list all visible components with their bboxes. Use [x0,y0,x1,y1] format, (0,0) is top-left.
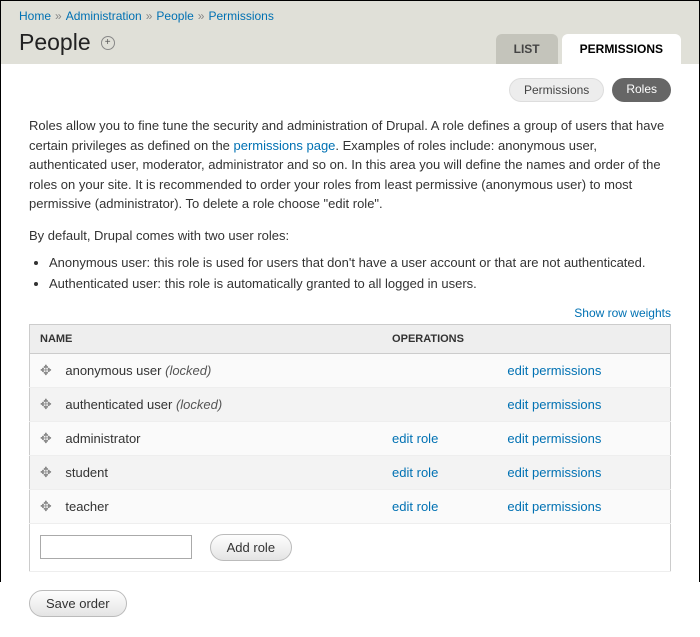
edit-permissions-link[interactable]: edit permissions [507,465,601,480]
col-ops-header: OPERATIONS [382,324,497,353]
breadcrumb-admin[interactable]: Administration [66,9,142,23]
save-order-button[interactable]: Save order [29,590,127,617]
role-name: administrator [65,431,140,446]
locked-label: (locked) [176,397,222,412]
roles-table: NAME OPERATIONS ✥ anonymous user (locked… [29,324,671,572]
role-name: student [65,465,108,480]
bullet-authenticated: Authenticated user: this role is automat… [49,274,671,295]
table-row: ✥ administrator edit role edit permissions [30,421,671,455]
edit-permissions-link[interactable]: edit permissions [507,363,601,378]
add-role-button[interactable]: Add role [210,534,292,561]
edit-role-link[interactable]: edit role [392,465,438,480]
drag-handle-icon[interactable]: ✥ [40,430,52,447]
drag-handle-icon[interactable]: ✥ [40,396,52,413]
tab-list[interactable]: List [496,34,558,64]
default-roles-list: Anonymous user: this role is used for us… [49,253,671,295]
add-role-input[interactable] [40,535,192,559]
role-name: authenticated user [65,397,172,412]
breadcrumb-home[interactable]: Home [19,9,51,23]
drag-handle-icon[interactable]: ✥ [40,498,52,515]
subtab-permissions[interactable]: Permissions [509,78,604,102]
table-row: ✥ student edit role edit permissions [30,455,671,489]
permissions-page-link[interactable]: permissions page [234,138,336,153]
table-row: ✥ anonymous user (locked) edit permission… [30,353,671,387]
primary-tabs: List Permissions [496,34,681,64]
bullet-anonymous: Anonymous user: this role is used for us… [49,253,671,274]
show-row-weights-link[interactable]: Show row weights [574,306,671,320]
edit-permissions-link[interactable]: edit permissions [507,397,601,412]
breadcrumb-people[interactable]: People [156,9,193,23]
edit-permissions-link[interactable]: edit permissions [507,499,601,514]
table-row: ✥ authenticated user (locked) edit permis… [30,387,671,421]
page-title-text: People [19,29,91,56]
col-name-header: NAME [30,324,383,353]
plus-icon[interactable]: + [101,36,115,50]
secondary-tabs: Permissions Roles [29,78,671,102]
subtab-roles[interactable]: Roles [612,78,671,102]
drag-handle-icon[interactable]: ✥ [40,362,52,379]
table-row: ✥ teacher edit role edit permissions [30,489,671,523]
page-title: People + [19,29,115,64]
intro-text: Roles allow you to fine tune the securit… [29,116,671,214]
locked-label: (locked) [165,363,211,378]
edit-role-link[interactable]: edit role [392,499,438,514]
role-name: teacher [65,499,108,514]
breadcrumb: Home»Administration»People»Permissions [19,9,681,29]
tab-permissions[interactable]: Permissions [562,34,681,64]
edit-permissions-link[interactable]: edit permissions [507,431,601,446]
default-roles-intro: By default, Drupal comes with two user r… [29,226,671,246]
drag-handle-icon[interactable]: ✥ [40,464,52,481]
breadcrumb-permissions[interactable]: Permissions [208,9,273,23]
edit-role-link[interactable]: edit role [392,431,438,446]
role-name: anonymous user [65,363,161,378]
